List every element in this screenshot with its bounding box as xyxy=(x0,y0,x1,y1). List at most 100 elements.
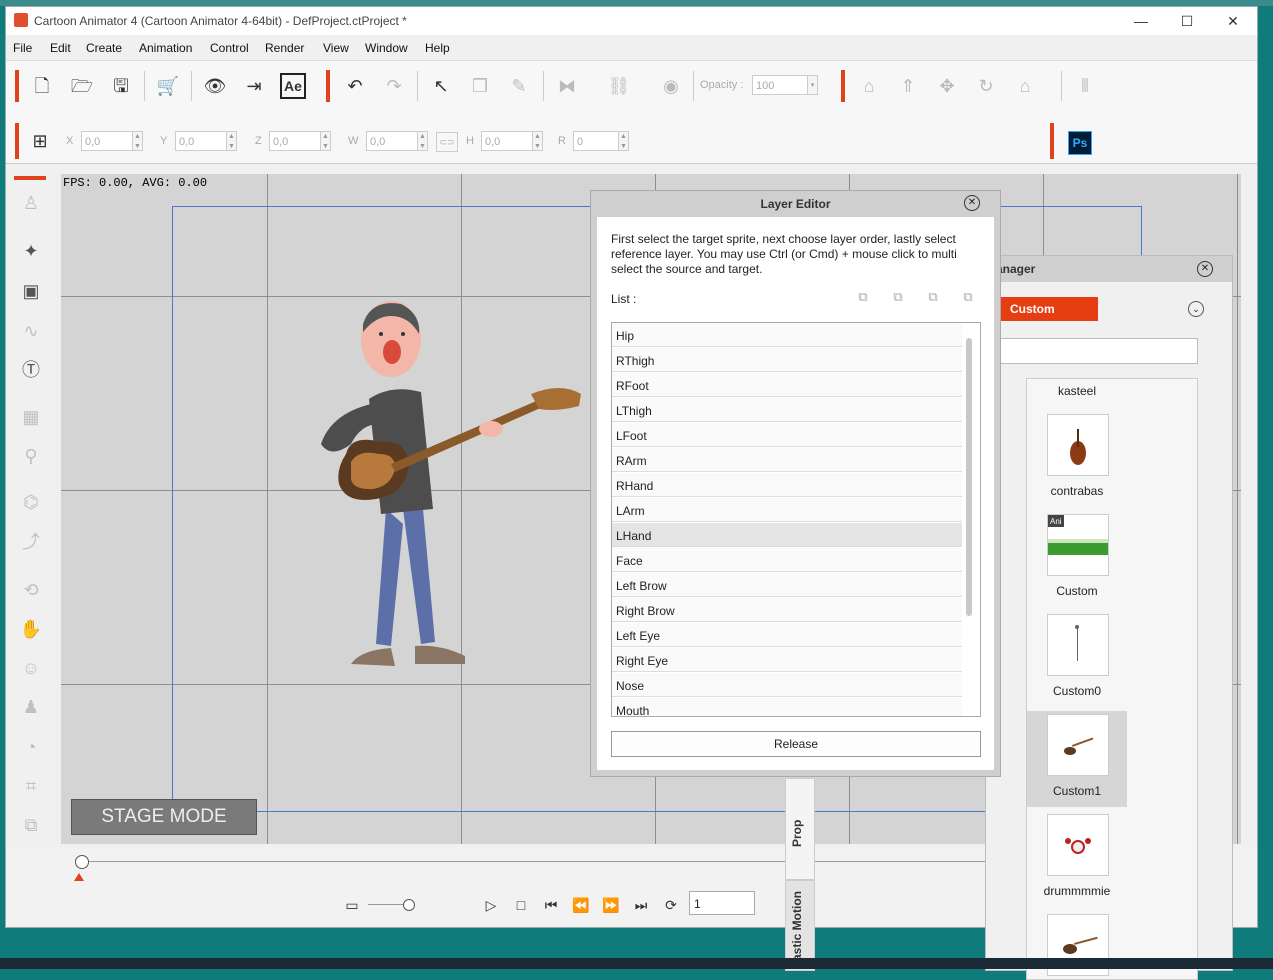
h-spinner[interactable]: ▲ ▼ xyxy=(533,131,543,151)
sprite-grid-icon[interactable]: ▦ xyxy=(18,404,44,430)
r-spinner[interactable]: ▲ ▼ xyxy=(619,131,629,151)
tab-prop[interactable]: Prop xyxy=(785,778,815,880)
minimize-button[interactable]: — xyxy=(1118,7,1164,35)
layer-row[interactable]: Mouth xyxy=(612,698,962,716)
motion-icon[interactable]: ⤴ xyxy=(18,529,44,555)
menu-create[interactable]: Create xyxy=(86,41,122,55)
opacity-dropdown[interactable]: ▾ xyxy=(808,75,818,95)
face-icon[interactable]: ☺ xyxy=(18,655,44,681)
sprite-editor-icon[interactable]: ✎ xyxy=(506,73,532,99)
bring-forward-icon[interactable]: ⧉ xyxy=(890,289,906,305)
release-button[interactable]: Release xyxy=(611,731,981,757)
menu-file[interactable]: File xyxy=(13,41,32,55)
previous-frame-icon[interactable]: ⏪ xyxy=(571,895,591,915)
current-frame-input[interactable]: 1 xyxy=(689,891,755,915)
drummmmie-thumbnail[interactable] xyxy=(1047,814,1109,876)
loop-icon[interactable]: ⟳ xyxy=(661,895,681,915)
stage-mode-button[interactable]: STAGE MODE xyxy=(71,799,257,835)
menu-view[interactable]: View xyxy=(323,41,349,55)
menu-render[interactable]: Render xyxy=(265,41,304,55)
bone-icon[interactable]: ⚲ xyxy=(18,443,44,469)
x-input[interactable]: 0,0 xyxy=(81,131,133,151)
z-spinner[interactable]: ▲ ▼ xyxy=(321,131,331,151)
select-arrow-icon[interactable]: ↖ xyxy=(428,73,454,99)
timeline-playhead[interactable] xyxy=(75,855,89,869)
stop-icon[interactable]: □ xyxy=(511,895,531,915)
video-layer-icon[interactable]: ▣ xyxy=(18,278,44,304)
duplicate-icon[interactable]: ⧉ xyxy=(18,812,44,838)
sprite-swap-icon[interactable]: ⟲ xyxy=(18,577,44,603)
link-icon[interactable]: ⛓ xyxy=(606,73,632,99)
motion-pose-icon[interactable]: ✋ xyxy=(18,616,44,642)
y-input[interactable]: 0,0 xyxy=(175,131,227,151)
character-composer-icon[interactable]: ♙ xyxy=(18,190,44,216)
new-project-icon[interactable]: 🗋 xyxy=(29,73,55,99)
export-icon[interactable]: ⇥ xyxy=(241,73,267,99)
layer-row[interactable]: Right Eye xyxy=(612,648,962,672)
undo-icon[interactable]: ↶ xyxy=(342,73,368,99)
lock-ratio-icon[interactable]: ⊂⊃ xyxy=(436,132,458,152)
open-folder-icon[interactable]: 🗁 xyxy=(69,73,95,99)
contrabas-thumbnail[interactable] xyxy=(1047,414,1109,476)
head-icon[interactable]: ◔ xyxy=(18,734,44,760)
rotate-icon[interactable]: ↻ xyxy=(973,73,999,99)
menu-edit[interactable]: Edit xyxy=(50,41,71,55)
move-up-icon[interactable]: ⇑ xyxy=(895,73,921,99)
audio-wave-icon[interactable]: ∿ xyxy=(18,318,44,344)
layer-row[interactable]: LHand xyxy=(612,523,962,547)
transform-icon[interactable]: ⌗ xyxy=(18,773,44,799)
photoshop-button[interactable]: Ps xyxy=(1068,131,1092,155)
menu-window[interactable]: Window xyxy=(365,41,408,55)
content-search-input[interactable] xyxy=(996,338,1198,364)
close-icon[interactable]: ✕ xyxy=(964,195,980,211)
speed-slider[interactable] xyxy=(368,904,408,905)
layer-row[interactable]: Left Eye xyxy=(612,623,962,647)
range-start-marker[interactable] xyxy=(74,873,84,881)
body-icon[interactable]: ♟ xyxy=(18,694,44,720)
layer-row[interactable]: RThigh xyxy=(612,348,962,372)
puppet-icon[interactable]: ✦ xyxy=(18,238,44,264)
subtitle-icon[interactable]: ▭ xyxy=(342,895,362,915)
layer-row[interactable]: LFoot xyxy=(612,423,962,447)
r-input[interactable]: 0 xyxy=(573,131,619,151)
visibility-eye-icon[interactable]: ◉ xyxy=(658,73,684,99)
after-effects-export-button[interactable]: Ae xyxy=(280,73,306,99)
custom1-thumbnail[interactable] xyxy=(1047,714,1109,776)
3d-icon[interactable]: ⌬ xyxy=(18,489,44,515)
z-input[interactable]: 0,0 xyxy=(269,131,321,151)
maximize-button[interactable]: ☐ xyxy=(1164,7,1210,35)
layer-list-scrollbar[interactable] xyxy=(966,338,972,616)
move-icon[interactable]: ✥ xyxy=(934,73,960,99)
first-frame-icon[interactable]: ⏮ xyxy=(541,895,561,915)
last-frame-icon[interactable]: ⏭ xyxy=(631,895,651,915)
h-input[interactable]: 0,0 xyxy=(481,131,533,151)
flip-icon[interactable]: ⧓ xyxy=(554,73,580,99)
text-icon[interactable]: Ⓣ xyxy=(18,357,44,383)
menu-control[interactable]: Control xyxy=(210,41,249,55)
layer-row[interactable]: LArm xyxy=(612,498,962,522)
w-input[interactable]: 0,0 xyxy=(366,131,418,151)
play-icon[interactable]: ▷ xyxy=(481,895,501,915)
guitarist-character[interactable] xyxy=(291,294,581,694)
shop-cart-icon[interactable]: 🛒 xyxy=(155,73,181,99)
preview-eye-icon[interactable]: 👁 xyxy=(202,73,228,99)
layer-row[interactable]: RHand xyxy=(612,473,962,497)
menu-help[interactable]: Help xyxy=(425,41,450,55)
custom-tab[interactable]: Custom xyxy=(998,297,1098,321)
x-spinner[interactable]: ▲ ▼ xyxy=(133,131,143,151)
save-icon[interactable]: 🖫 xyxy=(108,73,134,99)
next-frame-icon[interactable]: ⏩ xyxy=(601,895,621,915)
speed-slider-knob[interactable] xyxy=(403,899,415,911)
custom0-thumbnail[interactable] xyxy=(1047,614,1109,676)
layer-row[interactable]: Right Brow xyxy=(612,598,962,622)
layer-row[interactable]: RArm xyxy=(612,448,962,472)
opacity-input[interactable]: 100 xyxy=(752,75,808,95)
layer-row[interactable]: Left Brow xyxy=(612,573,962,597)
chevron-down-icon[interactable]: ⌄ xyxy=(1188,301,1204,317)
layer-row[interactable]: LThigh xyxy=(612,398,962,422)
content-manager-close-icon[interactable]: ✕ xyxy=(1197,261,1213,277)
w-spinner[interactable]: ▲ ▼ xyxy=(418,131,428,151)
y-spinner[interactable]: ▲ ▼ xyxy=(227,131,237,151)
layer-row[interactable]: Face xyxy=(612,548,962,572)
redo-icon[interactable]: ↷ xyxy=(381,73,407,99)
